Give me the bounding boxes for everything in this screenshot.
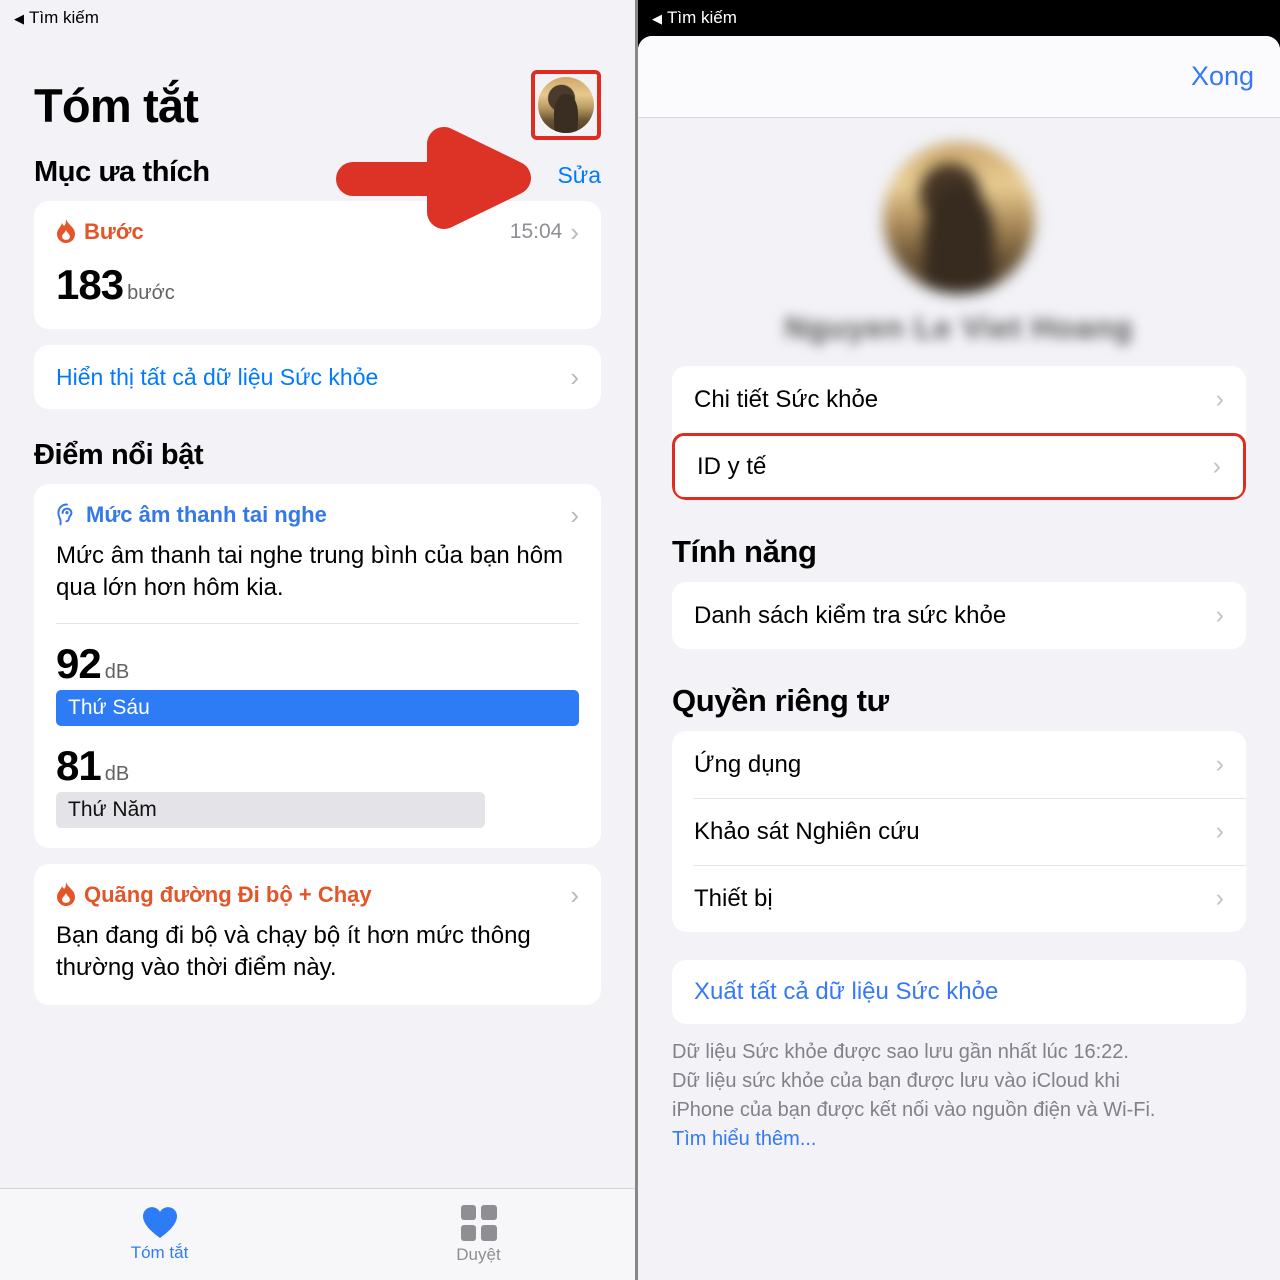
features-card: Danh sách kiểm tra sức khỏe › xyxy=(672,582,1246,649)
row-health-checklist[interactable]: Danh sách kiểm tra sức khỏe › xyxy=(672,582,1246,649)
walking-metric-label: Quãng đường Đi bộ + Chạy xyxy=(84,881,372,907)
headphone-bar-1-value-row: 92 dB xyxy=(56,640,579,688)
row-devices[interactable]: Thiết bị › xyxy=(672,865,1246,932)
footnote-line-1: Dữ liệu Sức khỏe được sao lưu gần nhất l… xyxy=(672,1041,1129,1063)
done-button[interactable]: Xong xyxy=(1191,61,1254,92)
row-apps-label: Ứng dụng xyxy=(694,750,802,778)
tab-browse-label: Duyệt xyxy=(456,1244,501,1264)
chevron-right-icon: › xyxy=(570,879,579,910)
ear-icon xyxy=(57,503,73,526)
row-medical-id-label: ID y tế xyxy=(697,452,767,480)
chevron-right-icon: › xyxy=(570,217,579,247)
learn-more-link[interactable]: Tìm hiểu thêm... xyxy=(672,1125,1246,1154)
chevron-right-icon: › xyxy=(1215,884,1224,912)
chevron-right-icon: › xyxy=(1215,385,1224,413)
export-health-data-label: Xuất tất cả dữ liệu Sức khỏe xyxy=(694,978,999,1005)
steps-metric-label: Bước xyxy=(84,219,144,244)
headphone-bar-1-value: 92 xyxy=(56,639,102,687)
divider xyxy=(56,622,579,624)
row-health-details-label: Chi tiết Sức khỏe xyxy=(694,385,879,413)
headphone-bar-2-value-row: 81 dB xyxy=(56,742,579,790)
flame-icon xyxy=(57,219,75,243)
page-title: Tóm tắt xyxy=(34,78,199,132)
privacy-card: Ứng dụng › Khảo sát Nghiên cứu › Thiết b… xyxy=(672,731,1246,932)
highlights-heading: Điểm nổi bật xyxy=(34,439,204,471)
grid-squares-icon xyxy=(460,1204,497,1241)
headphone-bar-2: Thứ Năm xyxy=(56,791,485,828)
left-back-bar[interactable]: ◀ Tìm kiếm xyxy=(0,0,635,36)
row-apps[interactable]: Ứng dụng › xyxy=(672,731,1246,798)
row-research-studies-label: Khảo sát Nghiên cứu xyxy=(694,817,920,845)
footnote-line-2: Dữ liệu sức khỏe của bạn được lưu vào iC… xyxy=(672,1070,1120,1092)
sheet-nav-bar: Xong xyxy=(638,36,1280,118)
avatar[interactable] xyxy=(883,142,1035,294)
export-health-data-row[interactable]: Xuất tất cả dữ liệu Sức khỏe xyxy=(672,960,1246,1024)
headphone-audio-card[interactable]: Mức âm thanh tai nghe › Mức âm thanh tai… xyxy=(34,484,601,848)
steps-value: 183 xyxy=(56,261,124,308)
tab-summary-label: Tóm tắt xyxy=(130,1243,189,1262)
favorites-edit-button[interactable]: Sửa xyxy=(557,162,601,189)
headphone-bar-2-label: Thứ Năm xyxy=(68,797,157,821)
chevron-right-icon: › xyxy=(570,362,579,392)
headphone-bar-1-label: Thứ Sáu xyxy=(68,695,150,719)
right-phone-panel: ◀ Tìm kiếm Xong Nguyen Le Viet Hoang Chi… xyxy=(638,0,1280,1280)
headphone-bar-1-unit: dB xyxy=(104,660,130,683)
tab-browse[interactable]: Duyệt xyxy=(319,1189,635,1280)
headphone-bar-2-unit: dB xyxy=(104,762,130,785)
chevron-right-icon: › xyxy=(1215,750,1224,778)
show-all-health-data-label: Hiển thị tất cả dữ liệu Sức khỏe xyxy=(56,363,379,390)
steps-unit: bước xyxy=(127,282,175,304)
row-research-studies[interactable]: Khảo sát Nghiên cứu › xyxy=(672,798,1246,865)
headphone-description: Mức âm thanh tai nghe trung bình của bạn… xyxy=(56,542,564,602)
chevron-right-icon: › xyxy=(1215,601,1224,629)
bottom-tab-bar: Tóm tắt Duyệt xyxy=(0,1188,635,1280)
chevron-right-icon: › xyxy=(570,500,579,530)
profile-avatar-button[interactable] xyxy=(531,70,601,140)
back-triangle-icon: ◀ xyxy=(14,10,24,26)
account-rows-card: Chi tiết Sức khỏe › ID y tế › xyxy=(672,366,1246,500)
row-medical-id[interactable]: ID y tế › xyxy=(672,433,1246,500)
avatar xyxy=(538,77,594,133)
left-scroll-body: Tóm tắt Mục ưa thích Sửa Bước 15:04 › 18… xyxy=(0,36,635,1280)
headphone-bar-1: Thứ Sáu xyxy=(56,689,579,726)
heart-icon xyxy=(142,1207,177,1238)
privacy-heading: Quyền riêng tư xyxy=(672,683,889,718)
right-back-label: Tìm kiếm xyxy=(667,8,737,27)
user-name: Nguyen Le Viet Hoang xyxy=(784,310,1134,345)
left-phone-panel: ◀ Tìm kiếm Tóm tắt Mục ưa thích Sửa Bước… xyxy=(0,0,638,1280)
row-health-details[interactable]: Chi tiết Sức khỏe › xyxy=(672,366,1246,433)
profile-header: Nguyen Le Viet Hoang xyxy=(672,118,1246,346)
walking-description: Bạn đang đi bộ và chạy bộ ít hơn mức thô… xyxy=(56,921,531,982)
backup-footnote: Dữ liệu Sức khỏe được sao lưu gần nhất l… xyxy=(672,1038,1246,1154)
features-heading: Tính năng xyxy=(672,534,817,569)
favorites-heading: Mục ưa thích xyxy=(34,156,210,188)
flame-icon xyxy=(57,881,75,906)
headphone-card-header: Mức âm thanh tai nghe › xyxy=(56,502,579,528)
chevron-right-icon: › xyxy=(1215,817,1224,845)
headphone-bar-2-value: 81 xyxy=(56,741,102,789)
steps-value-row: 183 bước xyxy=(56,261,579,309)
red-pointer-arrow-icon xyxy=(336,127,531,229)
right-back-bar[interactable]: ◀ Tìm kiếm xyxy=(638,0,1280,36)
walking-card-header: Quãng đường Đi bộ + Chạy › xyxy=(56,879,579,910)
screenshot-stage: ◀ Tìm kiếm Tóm tắt Mục ưa thích Sửa Bước… xyxy=(0,0,1280,1280)
highlights-section-header: Điểm nổi bật xyxy=(34,439,601,472)
walking-running-card[interactable]: Quãng đường Đi bộ + Chạy › Bạn đang đi b… xyxy=(34,863,601,1005)
row-health-checklist-label: Danh sách kiểm tra sức khỏe xyxy=(694,601,1007,629)
left-back-label: Tìm kiếm xyxy=(29,8,99,27)
row-devices-label: Thiết bị xyxy=(694,884,773,912)
tab-summary[interactable]: Tóm tắt xyxy=(0,1189,319,1280)
profile-sheet: Xong Nguyen Le Viet Hoang Chi tiết Sức k… xyxy=(638,36,1280,1280)
back-triangle-icon: ◀ xyxy=(652,10,662,26)
show-all-health-data-row[interactable]: Hiển thị tất cả dữ liệu Sức khỏe › xyxy=(34,345,601,409)
sheet-body: Nguyen Le Viet Hoang Chi tiết Sức khỏe ›… xyxy=(638,118,1280,1154)
chevron-right-icon: › xyxy=(1212,452,1221,480)
footnote-line-3: iPhone của bạn được kết nối vào nguồn đi… xyxy=(672,1099,1156,1121)
headphone-metric-label: Mức âm thanh tai nghe xyxy=(86,502,327,527)
